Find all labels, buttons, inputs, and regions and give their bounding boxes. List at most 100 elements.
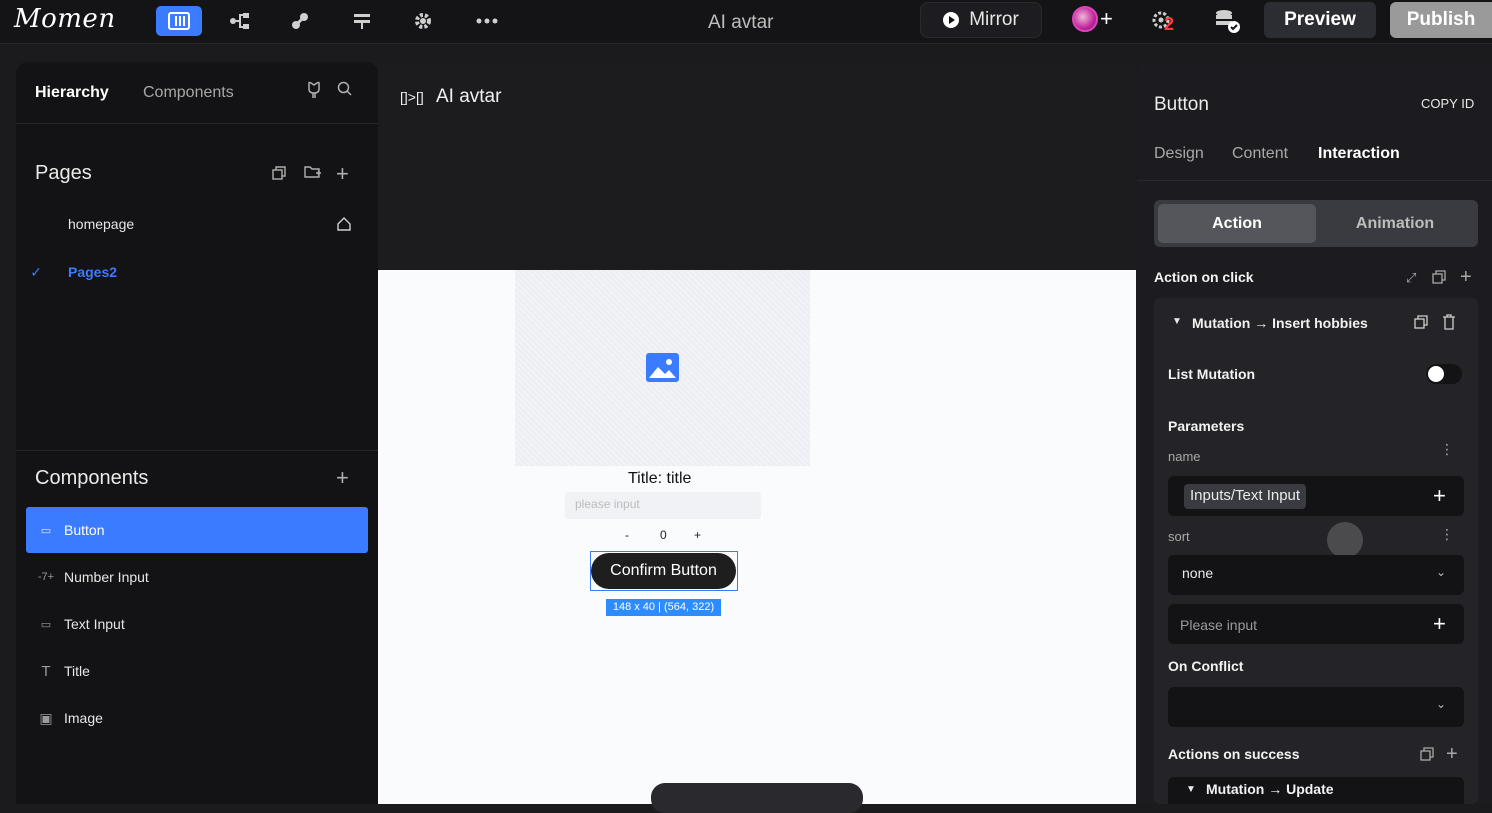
page-item-pages2[interactable]: ✓ Pages2: [16, 252, 378, 292]
left-panel: Hierarchy Components Pages + homepage ✓ …: [16, 62, 378, 804]
breadcrumb[interactable]: []>[] AI avtar: [400, 86, 501, 108]
list-mutation-toggle[interactable]: [1426, 364, 1462, 384]
component-tree-icon: []>[]: [400, 89, 424, 105]
number-input-icon: -7+: [37, 571, 55, 583]
panel-divider: [16, 123, 378, 124]
zoom-toolbar[interactable]: [651, 783, 863, 813]
chevron-down-icon: ⌄: [1436, 565, 1447, 579]
tab-components[interactable]: Components: [143, 84, 234, 102]
component-label: Button: [64, 522, 105, 538]
momen-logo[interactable]: Momen: [14, 4, 116, 34]
more-icon[interactable]: [472, 7, 502, 35]
page-item-homepage[interactable]: homepage: [16, 204, 378, 244]
tab-hierarchy[interactable]: Hierarchy: [35, 84, 109, 102]
add-page-icon[interactable]: +: [336, 161, 349, 187]
plugin-icon[interactable]: [285, 7, 315, 35]
button-icon: ▭: [40, 524, 52, 537]
mutation-title[interactable]: Mutation → Insert hobbies: [1192, 315, 1368, 331]
check-icon: ✓: [30, 263, 42, 280]
success-mutation-title[interactable]: Mutation → Update: [1206, 781, 1334, 797]
invite-plus-icon[interactable]: +: [1100, 6, 1113, 32]
page-label: homepage: [68, 216, 135, 232]
publish-button[interactable]: Publish: [1390, 2, 1492, 38]
tab-content[interactable]: Content: [1232, 145, 1288, 163]
data-model-icon[interactable]: [225, 7, 255, 35]
search-icon[interactable]: [337, 81, 353, 102]
selected-component-title: Button: [1154, 94, 1209, 115]
section-divider: [16, 450, 378, 451]
expand-icon[interactable]: ⤢: [1406, 270, 1416, 286]
collapse-icon[interactable]: ▼: [1186, 784, 1196, 795]
on-conflict-label: On Conflict: [1168, 658, 1244, 674]
settings-icon[interactable]: [408, 7, 438, 35]
duplicate-mutation-icon[interactable]: [1414, 315, 1429, 335]
list-mutation-label: List Mutation: [1168, 366, 1256, 382]
confirm-button[interactable]: Confirm Button: [591, 553, 736, 589]
stepper-plus[interactable]: +: [694, 528, 701, 542]
top-bar: Momen AI avtar Mirror + 2 Preview Publis…: [0, 0, 1492, 44]
project-title: AI avtar: [708, 12, 774, 33]
pages-editor-icon[interactable]: [156, 6, 202, 36]
mouse-cursor: [1327, 522, 1363, 558]
component-item-number-input[interactable]: -7+ Number Input: [26, 554, 368, 600]
tab-design[interactable]: Design: [1154, 145, 1204, 163]
input-placeholder: Please input: [1180, 617, 1258, 633]
component-label: Number Input: [64, 569, 149, 585]
preview-button[interactable]: Preview: [1264, 2, 1376, 38]
component-label: Text Input: [64, 616, 125, 632]
tab-interaction[interactable]: Interaction: [1318, 145, 1400, 163]
segment-action[interactable]: Action: [1158, 204, 1316, 243]
canvas-text-input[interactable]: please input: [565, 492, 761, 519]
component-item-image[interactable]: ▣ Image: [26, 695, 368, 741]
add-input-icon[interactable]: +: [1433, 611, 1446, 637]
param-sort-label: sort: [1168, 529, 1190, 544]
component-item-title[interactable]: T Title: [26, 648, 368, 694]
panel-divider: [1137, 180, 1492, 181]
add-value-icon[interactable]: +: [1433, 483, 1446, 509]
play-icon: [943, 12, 960, 28]
text-input-icon: ▭: [40, 618, 52, 631]
add-folder-icon[interactable]: [304, 164, 322, 185]
param-name-value-chip[interactable]: Inputs/Text Input: [1184, 484, 1307, 509]
collapse-icon[interactable]: ▼: [1172, 316, 1182, 327]
add-success-action-icon[interactable]: +: [1446, 743, 1458, 766]
param-menu-icon[interactable]: ⋮: [1440, 442, 1454, 456]
duplicate-success-icon[interactable]: [1420, 747, 1435, 767]
image-icon: ▣: [39, 709, 53, 726]
actions-on-success-label: Actions on success: [1168, 746, 1300, 762]
image-icon: [646, 353, 679, 382]
component-item-text-input[interactable]: ▭ Text Input: [26, 601, 368, 647]
on-conflict-select[interactable]: [1168, 687, 1464, 727]
avatar[interactable]: [1072, 6, 1098, 32]
mirror-button[interactable]: Mirror: [920, 2, 1042, 38]
duplicate-icon[interactable]: [1432, 270, 1447, 290]
delete-icon[interactable]: [1442, 314, 1456, 335]
add-component-icon[interactable]: +: [336, 465, 349, 491]
component-item-button[interactable]: ▭ Button: [26, 507, 368, 553]
add-action-icon[interactable]: +: [1460, 266, 1472, 289]
home-icon: [336, 216, 352, 235]
components-title: Components: [35, 467, 149, 489]
param-name-label: name: [1168, 449, 1201, 464]
notification-count: 2: [1164, 14, 1175, 34]
pages-title: Pages: [35, 162, 92, 184]
breadcrumb-label: AI avtar: [435, 86, 502, 107]
parameters-label: Parameters: [1168, 418, 1245, 434]
selection-info-badge: 148 x 40 | (564, 322): [606, 599, 721, 616]
page-label: Pages2: [68, 264, 118, 280]
duplicate-page-icon[interactable]: [271, 165, 287, 186]
chevron-down-icon: ⌄: [1436, 697, 1447, 711]
sort-menu-icon[interactable]: ⋮: [1440, 526, 1454, 543]
mirror-label: Mirror: [969, 9, 1019, 30]
segment-animation[interactable]: Animation: [1316, 204, 1474, 243]
copy-id-button[interactable]: COPY ID: [1421, 96, 1474, 111]
action-flow-icon[interactable]: [347, 7, 377, 35]
stepper-minus[interactable]: -: [625, 528, 629, 542]
database-check-icon[interactable]: [1214, 8, 1242, 39]
github-icon[interactable]: [306, 81, 322, 104]
title-icon: T: [41, 662, 51, 680]
sort-value: none: [1182, 565, 1214, 581]
canvas-title-text[interactable]: Title: title: [628, 470, 691, 488]
stepper-value: 0: [660, 528, 667, 542]
action-on-click-label: Action on click: [1154, 269, 1254, 285]
